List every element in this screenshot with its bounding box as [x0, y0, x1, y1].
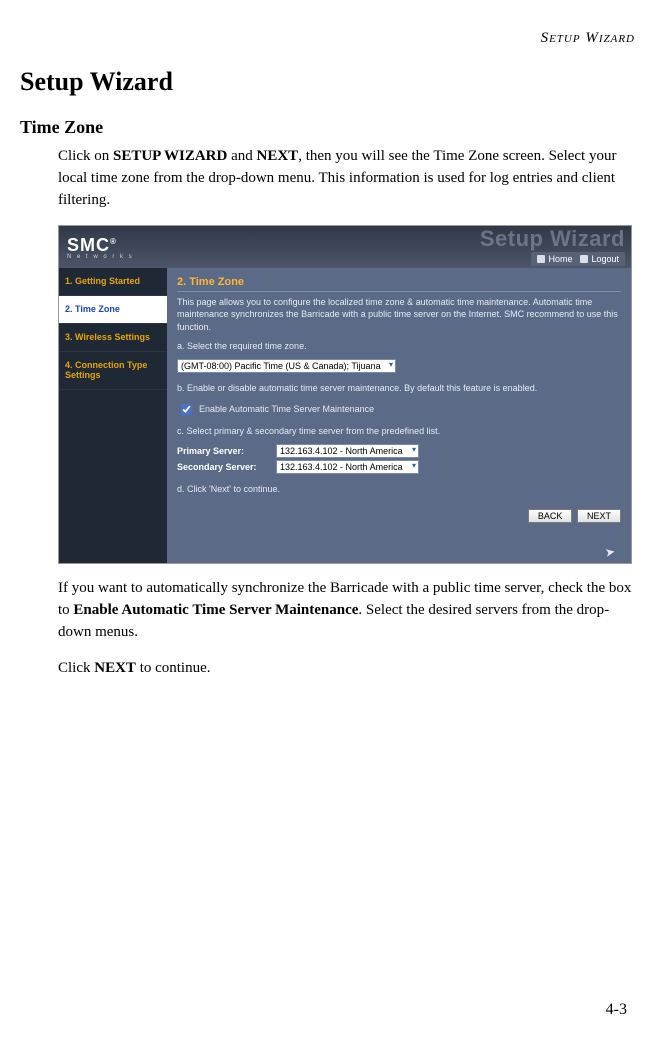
text: to continue. — [136, 660, 211, 676]
logout-link[interactable]: Logout — [580, 254, 619, 264]
bold: NEXT — [257, 148, 299, 164]
wizard-sidebar: 1. Getting Started 2. Time Zone 3. Wirel… — [59, 268, 167, 563]
next-button[interactable]: NEXT — [577, 509, 621, 523]
secondary-server-select[interactable]: 132.163.4.102 - North America — [276, 460, 419, 474]
home-link[interactable]: Home — [537, 254, 572, 264]
secondary-server-label: Secondary Server: — [177, 462, 272, 472]
bold: SETUP WIZARD — [113, 148, 227, 164]
page-title-h1: Setup Wizard — [20, 67, 635, 97]
text: Click on — [58, 148, 113, 164]
step-c-label: c. Select primary & secondary time serve… — [177, 425, 621, 437]
running-header: Setup Wizard — [20, 30, 635, 47]
text: Click — [58, 660, 94, 676]
wizard-main-panel: 2. Time Zone This page allows you to con… — [167, 268, 631, 563]
secondary-server-select-wrap: 132.163.4.102 - North America — [276, 460, 419, 474]
logo-text: SMC® — [67, 235, 117, 255]
sidebar-step-3[interactable]: 3. Wireless Settings — [59, 324, 167, 352]
wizard-title-banner: Setup Wizard — [480, 226, 625, 252]
embedded-screenshot: SMC® N e t w o r k s Setup Wizard Home L… — [58, 225, 635, 564]
brand-logo: SMC® N e t w o r k s — [67, 235, 134, 260]
primary-server-select[interactable]: 132.163.4.102 - North America — [276, 444, 419, 458]
followup-paragraph-1: If you want to automatically synchronize… — [58, 578, 635, 643]
cursor-icon: ➤ — [604, 544, 616, 560]
page-number: 4-3 — [606, 1001, 627, 1019]
top-link-bar: Home Logout — [531, 252, 625, 266]
primary-server-label: Primary Server: — [177, 446, 272, 456]
timezone-select-wrap: (GMT-08:00) Pacific Time (US & Canada); … — [177, 359, 396, 373]
section-title-h2: Time Zone — [20, 117, 635, 138]
auto-time-checkbox-label: Enable Automatic Time Server Maintenance — [199, 404, 374, 414]
intro-paragraph: Click on SETUP WIZARD and NEXT, then you… — [58, 146, 635, 211]
bold: Enable Automatic Time Server Maintenance — [73, 602, 358, 618]
step-a-label: a. Select the required time zone. — [177, 340, 621, 352]
timezone-select[interactable]: (GMT-08:00) Pacific Time (US & Canada); … — [177, 359, 396, 373]
logout-link-label: Logout — [591, 254, 619, 264]
primary-server-select-wrap: 132.163.4.102 - North America — [276, 444, 419, 458]
sidebar-step-2[interactable]: 2. Time Zone — [59, 296, 167, 324]
step-d-label: d. Click 'Next' to continue. — [177, 483, 621, 495]
home-link-label: Home — [548, 254, 572, 264]
logo-subtext: N e t w o r k s — [67, 254, 134, 260]
panel-heading: 2. Time Zone — [177, 276, 621, 292]
logout-icon — [580, 255, 588, 263]
followup-paragraph-2: Click NEXT to continue. — [58, 658, 635, 680]
sidebar-step-1[interactable]: 1. Getting Started — [59, 268, 167, 296]
home-icon — [537, 255, 545, 263]
app-header: SMC® N e t w o r k s Setup Wizard Home L… — [59, 226, 631, 268]
text: and — [227, 148, 256, 164]
step-b-label: b. Enable or disable automatic time serv… — [177, 382, 621, 394]
panel-intro: This page allows you to configure the lo… — [177, 296, 621, 332]
back-button[interactable]: BACK — [528, 509, 573, 523]
sidebar-step-4[interactable]: 4. Connection Type Settings — [59, 352, 167, 391]
bold: NEXT — [94, 660, 136, 676]
button-bar: BACK NEXT ➤ — [177, 509, 621, 523]
auto-time-checkbox[interactable] — [181, 404, 192, 415]
